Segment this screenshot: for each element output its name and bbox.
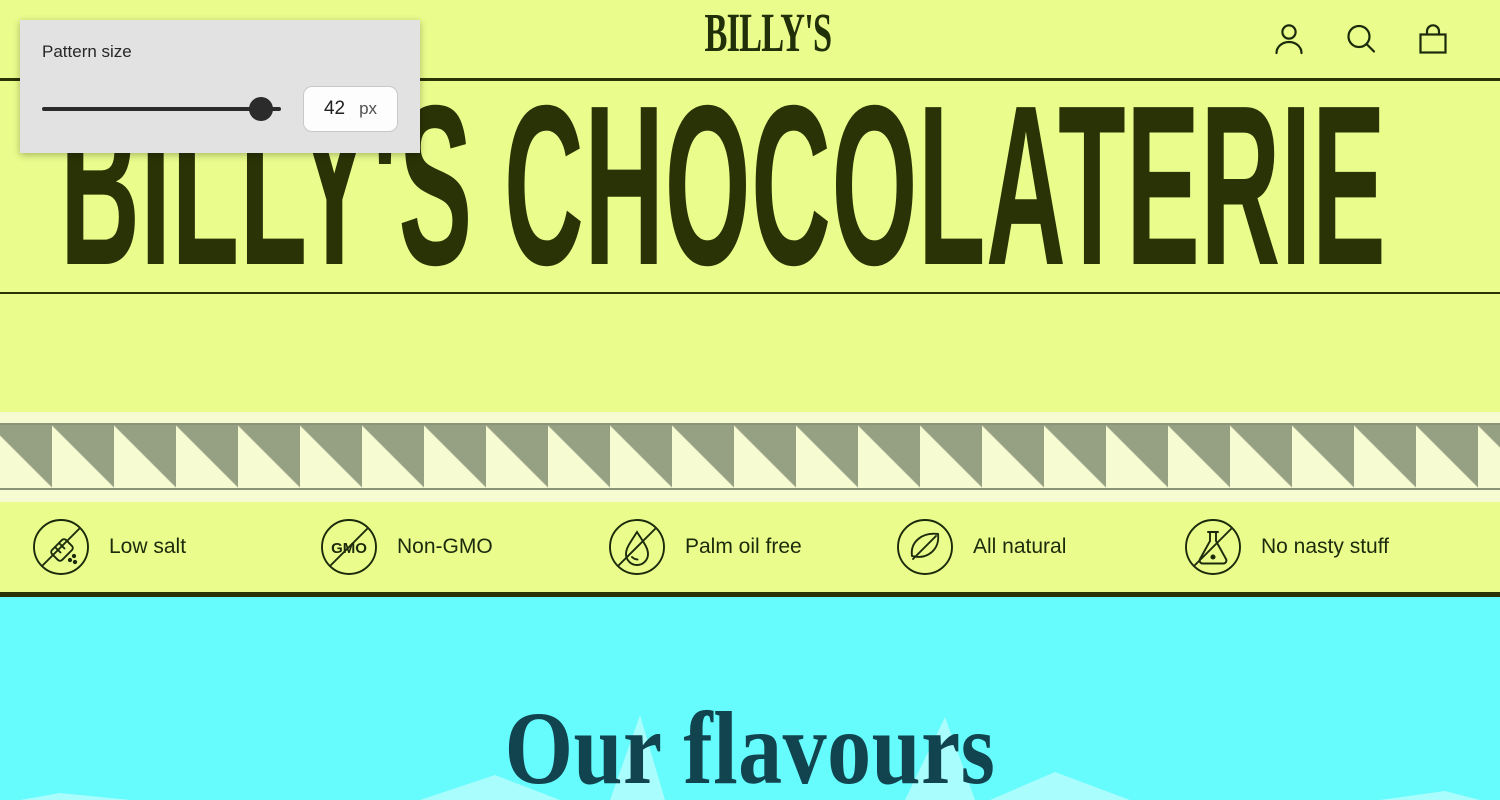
bag-icon[interactable] bbox=[1412, 18, 1454, 60]
pattern-size-controls: 42 px bbox=[42, 86, 398, 132]
badge-label: Low salt bbox=[109, 535, 187, 558]
badge-non-gmo: GMO Non-GMO bbox=[318, 516, 606, 578]
salt-shaker-crossed-icon bbox=[30, 516, 92, 578]
pattern-size-label: Pattern size bbox=[42, 42, 132, 61]
badge-label: Non-GMO bbox=[397, 535, 493, 558]
slider-thumb[interactable] bbox=[248, 97, 273, 121]
pattern-size-value: 42 bbox=[323, 98, 346, 119]
flavours-heading: Our flavours bbox=[504, 692, 996, 800]
header-actions bbox=[1268, 18, 1500, 60]
leaf-icon bbox=[894, 516, 956, 578]
pattern-size-value-field[interactable]: 42 px bbox=[303, 86, 398, 132]
badge-low-salt: Low salt bbox=[30, 516, 318, 578]
slider-track[interactable] bbox=[42, 107, 281, 111]
badge-label: Palm oil free bbox=[685, 535, 802, 558]
badge-palm-oil-free: Palm oil free bbox=[606, 516, 894, 578]
gmo-crossed-icon: GMO bbox=[318, 516, 380, 578]
flask-crossed-icon bbox=[1182, 516, 1244, 578]
hero-spacer bbox=[0, 294, 1500, 412]
flavours-section: Our flavours bbox=[0, 597, 1500, 800]
badge-label: All natural bbox=[973, 535, 1067, 558]
feature-badges-row: Low salt GMO Non-GMO Palm oil free All n… bbox=[0, 502, 1500, 597]
account-icon[interactable] bbox=[1268, 18, 1310, 60]
triangle-pattern-strip bbox=[0, 423, 1500, 490]
search-icon[interactable] bbox=[1340, 18, 1382, 60]
pattern-size-slider[interactable] bbox=[42, 96, 281, 122]
pattern-strip-wrapper bbox=[0, 412, 1500, 502]
pattern-size-unit: px bbox=[359, 99, 378, 118]
badge-all-natural: All natural bbox=[894, 516, 1182, 578]
pattern-size-panel: Pattern size 42 px bbox=[20, 20, 420, 153]
brand-logo[interactable]: BILLY'S bbox=[704, 1, 832, 65]
droplet-crossed-icon bbox=[606, 516, 668, 578]
badge-no-nasty-stuff: No nasty stuff bbox=[1182, 516, 1470, 578]
badge-label: No nasty stuff bbox=[1261, 535, 1390, 558]
svg-text:GMO: GMO bbox=[331, 540, 367, 557]
